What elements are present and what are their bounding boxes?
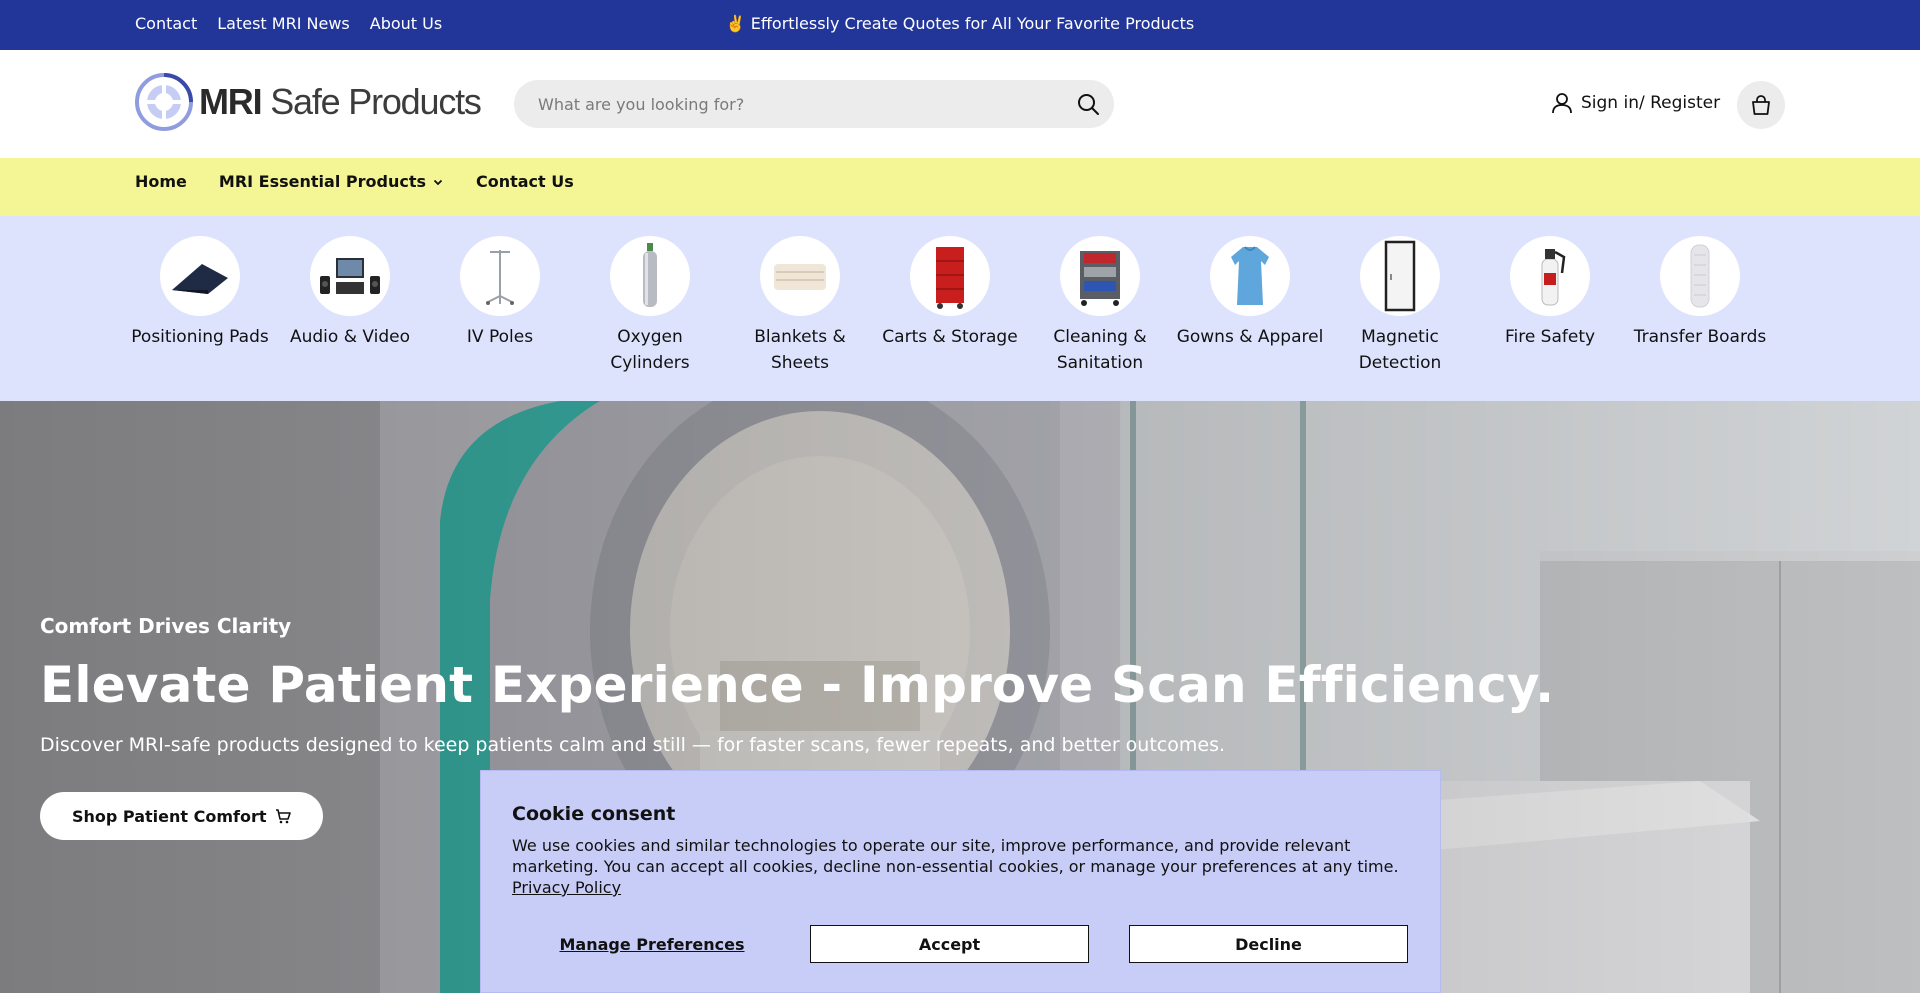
- category-iv-poles[interactable]: IV Poles: [425, 236, 575, 350]
- category-cleaning-sanitation[interactable]: Cleaning & Sanitation: [1025, 236, 1175, 376]
- nav-essential-label: MRI Essential Products: [218, 172, 426, 191]
- shop-patient-comfort-button[interactable]: Shop Patient Comfort: [40, 792, 323, 840]
- cart-button[interactable]: [1737, 81, 1785, 129]
- category-label: Audio & Video: [289, 327, 410, 347]
- announcement-bar: Contact Latest MRI News About Us ✌️ Effo…: [0, 0, 1920, 50]
- privacy-policy-link[interactable]: Privacy Policy: [512, 878, 621, 897]
- category-label: Transfer Boards: [1633, 327, 1767, 347]
- category-label: Oxygen Cylinders: [610, 327, 690, 373]
- cookie-consent-dialog: Cookie consent We use cookies and simila…: [480, 770, 1441, 993]
- chevron-down-icon: [433, 179, 443, 185]
- hero-title: Elevate Patient Experience - Improve Sca…: [40, 656, 1555, 714]
- category-oxygen-cylinders[interactable]: Oxygen Cylinders: [575, 236, 725, 376]
- category-blankets-sheets[interactable]: Blankets & Sheets: [725, 236, 875, 376]
- transfer-board-icon: [1660, 236, 1740, 316]
- site-logo[interactable]: MRI Safe Products: [135, 73, 482, 131]
- positioning-pad-icon: [160, 236, 240, 316]
- category-carts-storage[interactable]: Carts & Storage: [875, 236, 1025, 350]
- category-label: Magnetic Detection: [1358, 327, 1442, 373]
- about-us-link[interactable]: About Us: [370, 14, 442, 33]
- logo-icon: [135, 73, 193, 131]
- category-audio-video[interactable]: Audio & Video: [275, 236, 425, 350]
- cart-storage-icon: [910, 236, 990, 316]
- category-label: Fire Safety: [1504, 327, 1596, 347]
- audio-video-icon: [310, 236, 390, 316]
- cookie-body: We use cookies and similar technologies …: [512, 836, 1399, 876]
- category-label: Blankets & Sheets: [754, 327, 846, 373]
- site-header: MRI Safe Products Sign in/ Register: [0, 50, 1920, 158]
- nav-home[interactable]: Home: [135, 172, 187, 191]
- hero-subtitle: Comfort Drives Clarity: [40, 614, 292, 638]
- iv-pole-icon: [460, 236, 540, 316]
- logo-wordmark: MRI Safe Products: [199, 81, 482, 122]
- category-magnetic-detection[interactable]: Magnetic Detection: [1325, 236, 1475, 376]
- cart-icon: [275, 809, 291, 824]
- accept-button[interactable]: Accept: [810, 925, 1089, 963]
- cookie-title: Cookie consent: [512, 803, 676, 825]
- sign-in-label: Sign in/ Register: [1581, 93, 1721, 113]
- nav-home-label: Home: [135, 172, 187, 191]
- nav-contact-us[interactable]: Contact Us: [476, 172, 574, 191]
- category-gowns-apparel[interactable]: Gowns & Apparel: [1175, 236, 1325, 350]
- user-icon: [1552, 93, 1572, 114]
- shopping-bag-icon: [1752, 95, 1770, 115]
- category-positioning-pads[interactable]: Positioning Pads: [125, 236, 275, 350]
- category-label: Gowns & Apparel: [1176, 327, 1324, 347]
- category-strip: Positioning Pads Audio & Video IV Poles: [0, 216, 1920, 401]
- search-input[interactable]: [538, 80, 1058, 128]
- hero-description: Discover MRI-safe products designed to k…: [40, 734, 1226, 756]
- latest-mri-news-link[interactable]: Latest MRI News: [217, 14, 350, 33]
- category-label: IV Poles: [466, 327, 534, 347]
- decline-button[interactable]: Decline: [1129, 925, 1408, 963]
- category-label: Cleaning & Sanitation: [1053, 327, 1147, 373]
- account-link[interactable]: Sign in/ Register: [1551, 92, 1720, 114]
- nav-contact-label: Contact Us: [475, 172, 574, 191]
- cleaning-cart-icon: [1060, 236, 1140, 316]
- gown-icon: [1210, 236, 1290, 316]
- manage-preferences-button[interactable]: Manage Preferences: [512, 925, 792, 963]
- cta-label: Shop Patient Comfort: [72, 806, 267, 826]
- fire-extinguisher-icon: [1510, 236, 1590, 316]
- contact-link[interactable]: Contact: [135, 14, 197, 33]
- search-icon[interactable]: [1076, 92, 1100, 116]
- cookie-actions: Manage Preferences Accept Decline: [512, 925, 1410, 963]
- blanket-icon: [760, 236, 840, 316]
- category-label: Positioning Pads: [131, 327, 269, 347]
- main-navigation: Home MRI Essential Products Contact Us: [0, 158, 1920, 216]
- category-transfer-boards[interactable]: Transfer Boards: [1625, 236, 1775, 350]
- category-label: Carts & Storage: [882, 327, 1018, 347]
- search-bar: [514, 80, 1114, 128]
- utility-links: Contact Latest MRI News About Us: [135, 14, 442, 33]
- magnetic-detector-icon: [1360, 236, 1440, 316]
- nav-mri-essential-products[interactable]: MRI Essential Products: [219, 172, 444, 191]
- category-fire-safety[interactable]: Fire Safety: [1475, 236, 1625, 350]
- oxygen-cylinder-icon: [610, 236, 690, 316]
